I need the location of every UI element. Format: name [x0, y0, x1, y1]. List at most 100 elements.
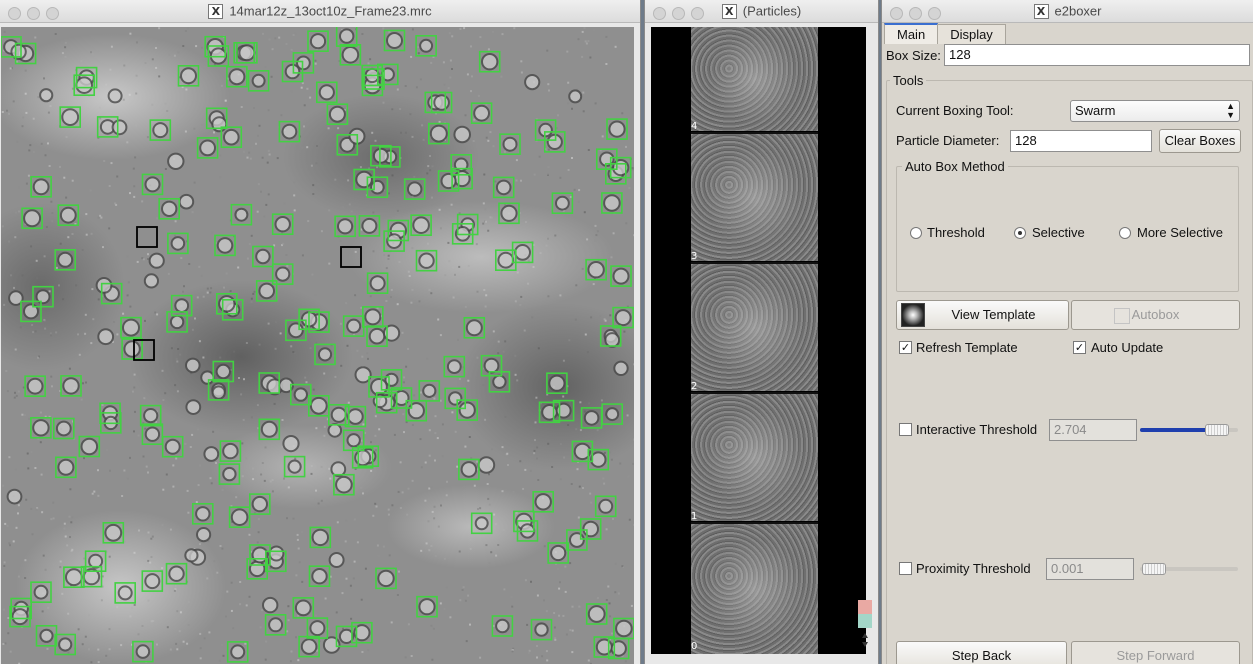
particle — [234, 207, 249, 222]
proximity-threshold-checkbox[interactable] — [899, 562, 912, 575]
reference-box[interactable] — [340, 246, 362, 268]
particle — [222, 442, 239, 460]
particle — [211, 116, 228, 133]
particle — [568, 89, 583, 104]
particle — [347, 408, 364, 425]
particle — [460, 461, 478, 478]
x11-icon: X — [208, 4, 224, 20]
micrograph-overlay[interactable] — [1, 27, 634, 664]
particle — [57, 458, 75, 476]
particle-tile[interactable] — [691, 524, 818, 654]
particle — [293, 387, 308, 402]
particle — [223, 128, 240, 146]
x11-icon: X — [721, 4, 737, 20]
particle — [311, 528, 329, 547]
particle — [495, 179, 512, 196]
particle — [583, 410, 600, 426]
particle — [6, 488, 23, 505]
particle — [61, 108, 80, 126]
radio-threshold-label: Threshold — [927, 225, 985, 240]
e2boxer-window: Xe2boxer Main Display Box Size: 128 Tools… — [882, 0, 1253, 664]
particle — [258, 282, 276, 300]
reference-box[interactable] — [136, 226, 158, 248]
particle-index-label: 4 — [691, 121, 698, 132]
box-size-input[interactable]: 128 — [944, 44, 1250, 66]
particle — [215, 363, 232, 380]
particle — [604, 332, 621, 348]
particle — [59, 206, 77, 224]
boxing-tool-select[interactable]: Swarm ▲ ▼ — [1070, 100, 1240, 122]
micrograph-canvas[interactable] — [1, 27, 634, 664]
interactive-threshold-input[interactable]: 2.704 — [1049, 419, 1137, 441]
particle — [613, 360, 629, 376]
particle — [483, 357, 500, 374]
micrograph-title: 14mar12z_13oct10z_Frame23.mrc — [229, 3, 432, 19]
tools-group-title: Tools — [890, 73, 927, 88]
particle-tile[interactable] — [691, 264, 818, 391]
tab-main[interactable]: Main — [884, 23, 939, 44]
interactive-threshold-checkbox[interactable] — [899, 423, 912, 436]
particle — [296, 55, 311, 71]
clear-boxes-button[interactable]: Clear Boxes — [1159, 129, 1241, 153]
particle — [185, 399, 202, 416]
proximity-threshold-slider[interactable] — [1140, 563, 1238, 575]
particles-titlebar[interactable]: X (Particles) — [645, 0, 878, 23]
interactive-threshold-handle[interactable] — [1204, 424, 1229, 436]
auto-box-method-title: Auto Box Method — [902, 159, 1008, 174]
particle — [169, 314, 185, 330]
particle — [275, 266, 291, 282]
particle — [605, 407, 620, 422]
particle — [216, 237, 234, 254]
particle — [111, 119, 128, 136]
particle — [195, 506, 211, 522]
particle — [429, 124, 448, 143]
particle — [477, 456, 496, 474]
autobox-button[interactable]: Autobox — [1071, 300, 1240, 330]
step-forward-button[interactable]: Step Forward — [1071, 641, 1240, 664]
proximity-threshold-input[interactable]: 0.001 — [1046, 558, 1134, 580]
particle — [369, 275, 386, 292]
particle — [569, 532, 585, 548]
particle — [167, 152, 185, 171]
particle — [453, 170, 471, 188]
step-back-button[interactable]: Step Back — [896, 641, 1067, 664]
particle-tile[interactable] — [691, 134, 818, 261]
particle — [161, 200, 178, 218]
interactive-threshold-slider[interactable] — [1140, 424, 1238, 436]
view-template-button[interactable]: View Template — [896, 300, 1069, 330]
particle-tile[interactable] — [691, 394, 818, 521]
color-scale-widget[interactable] — [858, 600, 872, 650]
window-controls[interactable] — [8, 5, 65, 27]
particle — [117, 585, 133, 601]
particle — [495, 618, 510, 634]
window-controls[interactable] — [653, 5, 710, 27]
particle — [300, 638, 318, 655]
auto-update-checkbox[interactable]: ✓ — [1073, 341, 1086, 354]
tab-display[interactable]: Display — [937, 24, 1006, 44]
particle-diameter-input[interactable]: 128 — [1010, 130, 1152, 152]
particle — [123, 340, 141, 358]
particle — [200, 370, 215, 385]
e2boxer-titlebar[interactable]: Xe2boxer — [882, 0, 1253, 23]
particle — [582, 520, 600, 538]
radio-selective[interactable] — [1014, 227, 1026, 239]
particles-viewer[interactable]: 4 3 2 1 0 — [651, 27, 866, 654]
radio-more-selective[interactable] — [1119, 227, 1131, 239]
particle — [354, 449, 372, 467]
particle — [144, 176, 161, 193]
particle — [590, 451, 607, 468]
particle-tile[interactable] — [691, 27, 818, 131]
micrograph-titlebar[interactable]: X 14mar12z_13oct10z_Frame23.mrc — [0, 0, 640, 23]
radio-threshold[interactable] — [910, 227, 922, 239]
proximity-threshold-handle[interactable] — [1142, 563, 1167, 575]
box-overlay[interactable] — [1, 27, 634, 663]
particle — [32, 419, 50, 437]
particle — [262, 596, 279, 614]
particle — [555, 402, 572, 419]
particle — [122, 318, 140, 337]
particle — [458, 401, 476, 419]
particle — [328, 552, 345, 568]
particle — [615, 619, 633, 638]
refresh-template-checkbox[interactable]: ✓ — [899, 341, 912, 354]
particle — [170, 236, 186, 251]
